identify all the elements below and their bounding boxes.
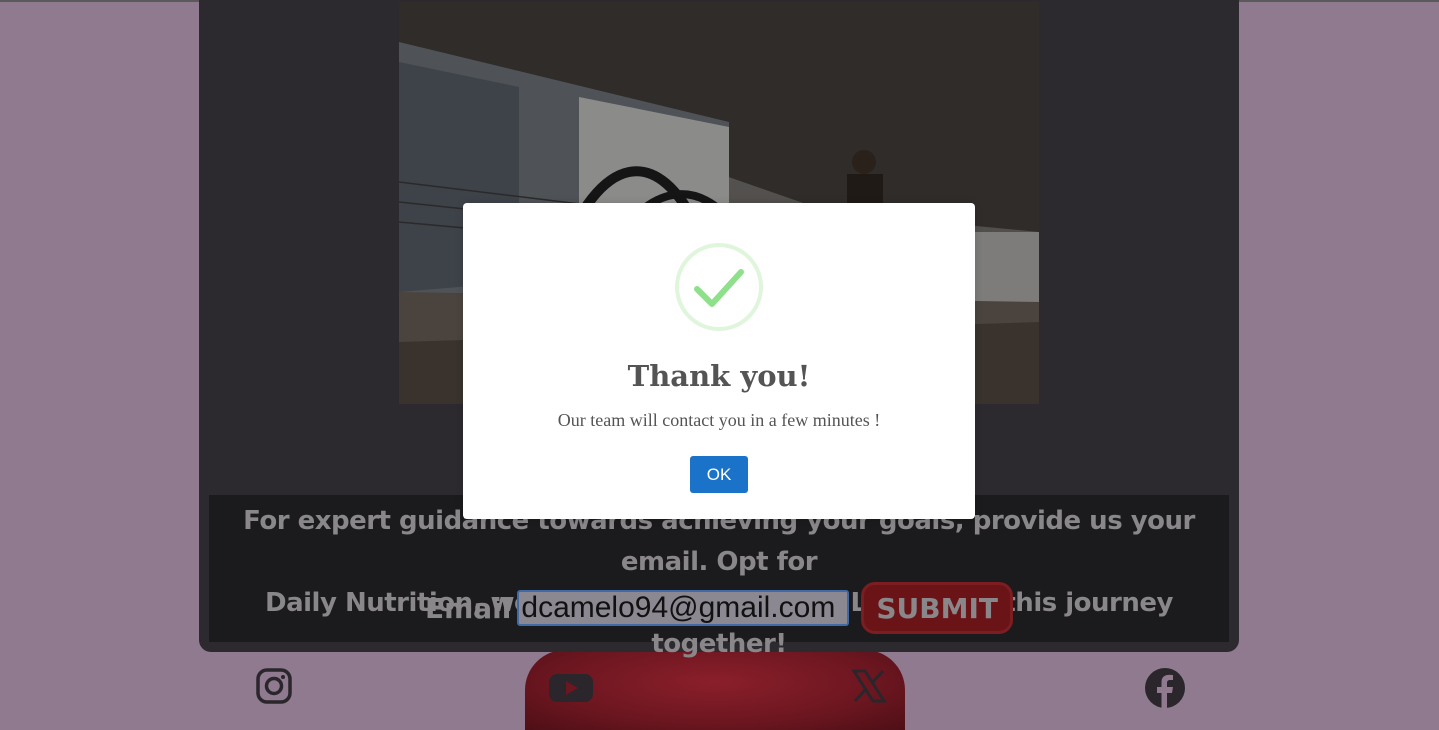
dialog-message: Our team will contact you in a few minut… <box>557 410 881 430</box>
email-input[interactable] <box>517 590 850 626</box>
submit-button[interactable]: SUBMIT <box>861 582 1014 634</box>
email-form: Email SUBMIT <box>209 582 1229 634</box>
ok-button[interactable]: OK <box>690 456 748 493</box>
dialog-title: Thank you! <box>627 359 811 393</box>
instagram-icon[interactable] <box>256 668 292 704</box>
x-icon[interactable] <box>851 668 887 703</box>
youtube-icon[interactable] <box>548 668 594 702</box>
facebook-icon[interactable] <box>1145 668 1185 708</box>
success-dialog: Thank you! Our team will contact you in … <box>463 203 975 519</box>
success-check-icon <box>675 243 763 331</box>
email-label: Email <box>424 591 512 625</box>
